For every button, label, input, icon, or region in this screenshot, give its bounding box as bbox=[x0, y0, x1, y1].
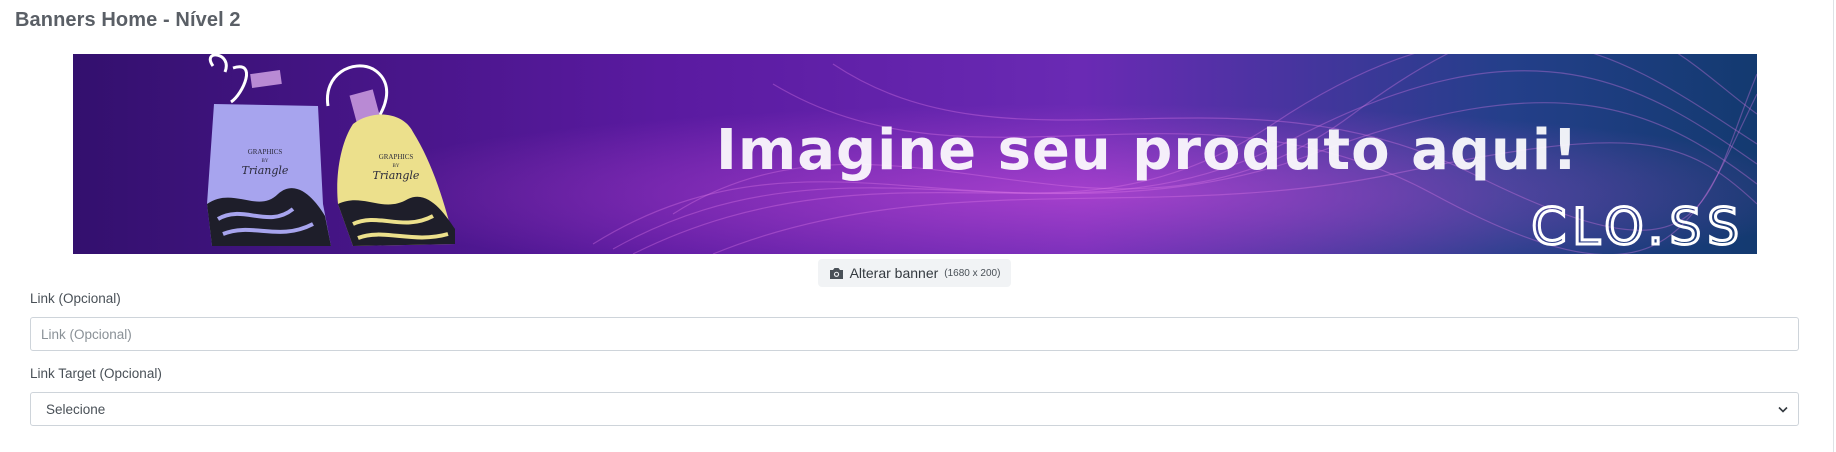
change-banner-button[interactable]: Alterar banner (1680 x 200) bbox=[818, 259, 1011, 287]
svg-text:GRAPHICS: GRAPHICS bbox=[248, 148, 283, 156]
link-target-selected: Selecione bbox=[46, 401, 106, 417]
camera-icon bbox=[829, 267, 844, 280]
page-right-border bbox=[1833, 0, 1834, 452]
chevron-down-icon bbox=[1778, 406, 1788, 413]
svg-text:Triangle: Triangle bbox=[242, 164, 289, 177]
link-input[interactable] bbox=[30, 317, 1799, 351]
change-banner-size-hint: (1680 x 200) bbox=[944, 267, 1001, 279]
page-title: Banners Home - Nível 2 bbox=[15, 9, 241, 31]
link-label: Link (Opcional) bbox=[30, 291, 121, 306]
link-target-label: Link Target (Opcional) bbox=[30, 366, 162, 381]
change-banner-label: Alterar banner bbox=[849, 265, 939, 281]
svg-text:Triangle: Triangle bbox=[373, 169, 420, 182]
brand-logo: CLO.SS bbox=[1531, 198, 1745, 254]
banner-image: GRAPHICS BY Triangle GRAPHICS BY Triangl… bbox=[73, 54, 1757, 254]
svg-text:GRAPHICS: GRAPHICS bbox=[379, 153, 414, 161]
banner-headline: Imagine seu produto aqui! bbox=[716, 118, 1579, 183]
link-target-select[interactable]: Selecione bbox=[30, 392, 1799, 426]
